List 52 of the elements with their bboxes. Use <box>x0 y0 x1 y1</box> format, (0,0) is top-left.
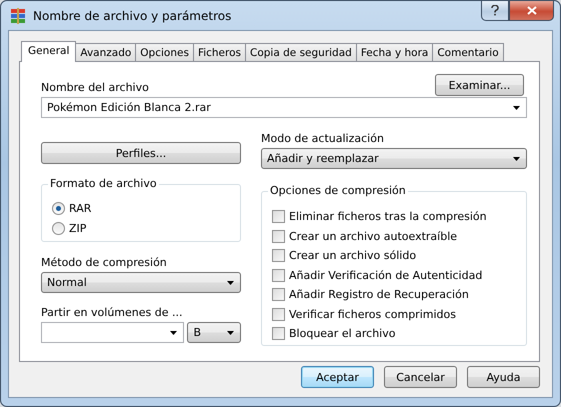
tab[interactable]: Copia de seguridad <box>245 43 357 61</box>
method-dropdown[interactable]: Normal <box>41 272 241 293</box>
dialog-button[interactable]: Aceptar <box>301 366 374 388</box>
group-title: Formato de archivo <box>48 177 159 190</box>
question-mark-icon <box>491 5 499 16</box>
window-title: Nombre de archivo y parámetros <box>33 8 232 22</box>
option-label: Eliminar ficheros tras la compresión <box>289 210 487 224</box>
checkbox[interactable] <box>272 249 285 262</box>
dialog-button[interactable]: Ayuda <box>467 366 540 388</box>
dropdown-arrow-icon <box>513 156 520 160</box>
dropdown-arrow-icon <box>227 330 234 334</box>
update-mode-dropdown[interactable]: Añadir y reemplazar <box>261 148 527 169</box>
file-name-combo[interactable]: Pokémon Edición Blanca 2.rar <box>41 97 527 118</box>
option-label: Añadir Registro de Recuperación <box>289 288 469 302</box>
field-label: Nombre del archivo <box>41 81 149 94</box>
tab[interactable]: Fecha y hora <box>356 43 434 61</box>
dropdown-arrow-icon <box>170 330 178 334</box>
tab[interactable]: General <box>21 41 76 62</box>
field-label: Modo de actualización <box>261 132 385 145</box>
option-label: Bloquear el archivo <box>289 327 396 340</box>
volume-size-combo[interactable] <box>41 322 184 343</box>
checkbox[interactable] <box>272 268 285 282</box>
checkbox[interactable] <box>272 308 285 321</box>
field-label: Partir en volúmenes de ... <box>41 306 184 319</box>
stacked-books-icon <box>10 8 26 24</box>
tab[interactable]: Comentario <box>432 43 504 61</box>
checkbox[interactable] <box>272 230 285 243</box>
option-label: Verificar ficheros comprimidos <box>289 308 456 321</box>
unit-dropdown[interactable]: B <box>187 322 241 343</box>
option-label: Crear un archivo sólido <box>289 249 416 262</box>
profiles-button[interactable]: Perfiles... <box>41 142 241 164</box>
tab[interactable]: Opciones <box>135 43 194 61</box>
help-button[interactable] <box>481 1 509 21</box>
option-label: RAR <box>69 202 92 216</box>
checkbox[interactable] <box>272 288 285 302</box>
option-label: Crear un archivo autoextraíble <box>289 230 458 243</box>
radio-button[interactable] <box>52 202 65 216</box>
checkbox[interactable] <box>272 210 285 224</box>
browse-button[interactable]: Examinar... <box>435 74 524 96</box>
option-label: ZIP <box>69 222 86 235</box>
close-button[interactable] <box>509 1 554 21</box>
option-label: Añadir Verificación de Autenticidad <box>289 268 482 282</box>
radio-button[interactable] <box>52 222 65 235</box>
field-label: Método de compresión <box>41 256 168 269</box>
dropdown-arrow-icon <box>513 106 520 110</box>
close-icon <box>526 6 536 15</box>
dropdown-arrow-icon <box>227 280 234 284</box>
checkbox[interactable] <box>272 327 285 340</box>
dialog-button[interactable]: Cancelar <box>384 366 457 388</box>
tab[interactable]: Ficheros <box>192 43 246 61</box>
tab[interactable]: Avanzado <box>75 43 136 61</box>
group-title: Opciones de compresión <box>268 184 408 197</box>
